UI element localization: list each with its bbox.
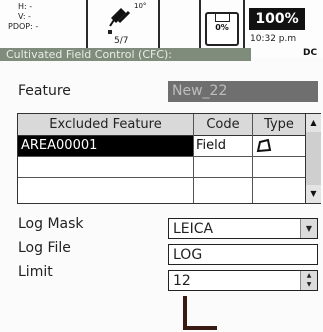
limit-stepper[interactable]: 12 ▲ ▼ bbox=[168, 270, 318, 291]
cfc-screen: H: - V: - PDOP: - 10° 5/7 0% 100% 10:32 … bbox=[0, 0, 323, 332]
memory-card-icon: 0% bbox=[205, 12, 239, 46]
decrement-icon[interactable]: ▼ bbox=[301, 280, 317, 289]
table-row-feature[interactable]: AREA00001 bbox=[18, 136, 193, 156]
column-header-excluded-feature[interactable]: Excluded Feature bbox=[18, 114, 193, 136]
log-file-input[interactable]: LOG bbox=[168, 244, 318, 265]
memory-used: 0% bbox=[215, 23, 229, 32]
excluded-features-table: Excluded Feature Code Type AREA00001 Fie… bbox=[17, 113, 321, 204]
scroll-down-icon[interactable]: ▼ bbox=[306, 185, 321, 203]
status-bar: H: - V: - PDOP: - 10° 5/7 0% 100% 10:32 … bbox=[0, 0, 323, 61]
satellite-icon bbox=[109, 8, 131, 27]
area-icon[interactable] bbox=[256, 139, 272, 153]
row-divider bbox=[18, 156, 305, 157]
column-divider bbox=[193, 114, 194, 203]
column-header-type[interactable]: Type bbox=[253, 114, 305, 136]
table-row-code[interactable]: Field bbox=[196, 136, 226, 156]
coord-v: V: - bbox=[18, 12, 31, 21]
limit-label: Limit bbox=[18, 264, 53, 280]
log-file-value: LOG bbox=[173, 247, 203, 263]
row-divider bbox=[18, 177, 305, 178]
sat-count: 5/7 bbox=[114, 36, 129, 46]
sat-angle: 10° bbox=[134, 2, 147, 10]
table-scrollbar[interactable]: ▲ ▼ bbox=[305, 114, 321, 203]
log-mask-value: LEICA bbox=[173, 221, 214, 237]
stylus-pointer bbox=[183, 296, 187, 330]
coord-h: H: - bbox=[18, 2, 33, 11]
log-file-label: Log File bbox=[18, 240, 71, 256]
column-divider bbox=[252, 114, 253, 203]
increment-icon[interactable]: ▲ bbox=[301, 271, 317, 280]
feature-field: New_22 bbox=[168, 81, 318, 102]
battery-icon: 100% bbox=[249, 8, 305, 30]
limit-value: 12 bbox=[173, 273, 191, 289]
sat-indicator-icon bbox=[108, 30, 112, 34]
clock: 10:32 p.m bbox=[250, 34, 297, 44]
battery-status[interactable]: 100% 10:32 p.m DC bbox=[247, 2, 323, 58]
stepper-buttons[interactable]: ▲ ▼ bbox=[300, 271, 317, 290]
mode-badge: DC bbox=[303, 48, 318, 58]
scroll-up-icon[interactable]: ▲ bbox=[306, 114, 321, 132]
log-mask-label: Log Mask bbox=[18, 216, 84, 232]
column-header-code[interactable]: Code bbox=[194, 114, 252, 136]
pdop: PDOP: - bbox=[8, 22, 39, 31]
chevron-down-icon[interactable]: ▼ bbox=[300, 219, 317, 238]
stylus-pointer-foot bbox=[183, 326, 217, 330]
card-tab bbox=[215, 14, 230, 22]
feature-label: Feature bbox=[18, 83, 71, 99]
log-mask-select[interactable]: LEICA ▼ bbox=[168, 218, 318, 239]
page-title: Cultivated Field Control (CFC): bbox=[0, 48, 251, 61]
